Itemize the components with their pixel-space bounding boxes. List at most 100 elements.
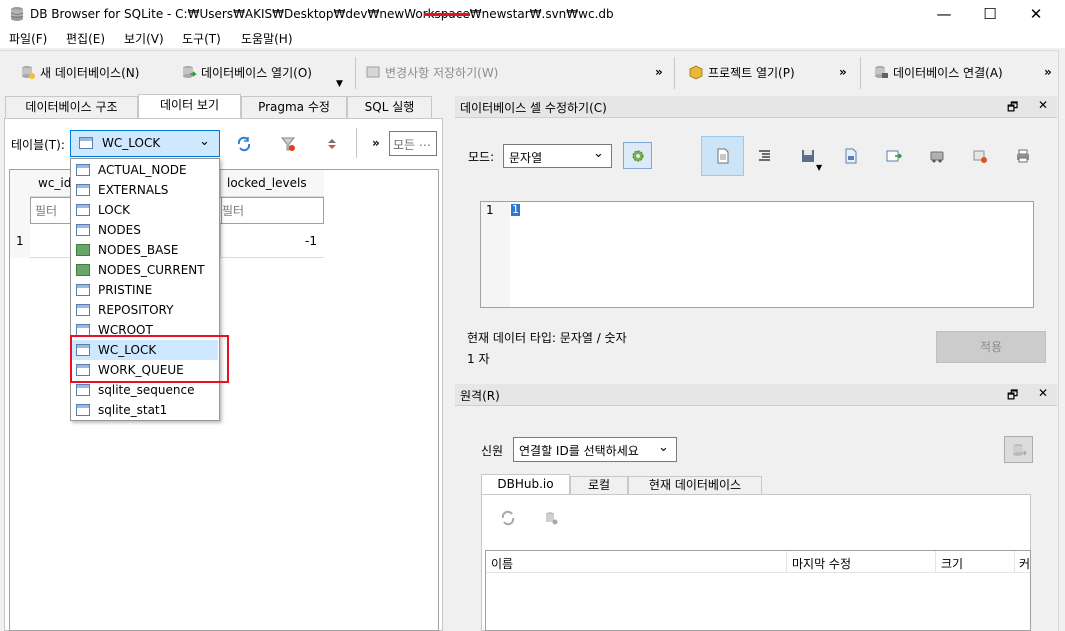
column-header-size[interactable]: 크기 bbox=[941, 555, 963, 572]
minimize-button[interactable]: — bbox=[921, 0, 967, 28]
toolbar-overflow-3[interactable]: » bbox=[1044, 61, 1052, 83]
tab-edit-pragmas[interactable]: Pragma 수정 bbox=[241, 96, 347, 118]
table-option[interactable]: EXTERNALS bbox=[72, 180, 218, 200]
table-option[interactable]: NODES_BASE bbox=[72, 240, 218, 260]
cell-locked-levels[interactable]: -1 bbox=[305, 234, 317, 248]
tab-browse-data[interactable]: 데이터 보기 bbox=[138, 94, 241, 118]
clear-filters-button[interactable] bbox=[277, 133, 299, 155]
open-database-dropdown-arrow[interactable]: ▼ bbox=[336, 79, 343, 89]
sort-button[interactable] bbox=[321, 133, 343, 155]
remote-clone-button[interactable] bbox=[540, 507, 562, 529]
column-divider bbox=[786, 551, 787, 573]
table-option[interactable]: NODES_CURRENT bbox=[72, 260, 218, 280]
filter-input-wc-id[interactable]: 필터 bbox=[35, 202, 57, 219]
toolbar-overflow-2[interactable]: » bbox=[839, 61, 847, 83]
open-database-button[interactable]: 데이터베이스 열기(O) bbox=[181, 61, 312, 83]
menu-tools[interactable]: 도구(T) bbox=[182, 30, 221, 47]
cell-editor[interactable]: 1 1 bbox=[480, 201, 1034, 308]
toolbar-separator bbox=[860, 57, 861, 89]
remote-title: 원격(R) bbox=[460, 389, 500, 403]
column-header-name[interactable]: 이름 bbox=[491, 555, 513, 572]
attach-database-button[interactable]: 데이터베이스 연결(A) bbox=[873, 61, 1003, 83]
apply-button[interactable]: 적용 bbox=[936, 331, 1046, 363]
copy-cell-button[interactable] bbox=[926, 145, 948, 167]
table-selector[interactable]: WC_LOCK ⌄ bbox=[70, 130, 220, 157]
toolbar-overflow-1[interactable]: » bbox=[655, 61, 663, 83]
toolbar-separator bbox=[355, 57, 356, 89]
window-edge bbox=[1058, 50, 1065, 631]
title-redaction-mark bbox=[424, 13, 470, 16]
remote-refresh-button[interactable] bbox=[497, 507, 519, 529]
column-divider bbox=[935, 551, 936, 573]
remote-dock-title: 원격(R) 🗗 ✕ bbox=[455, 384, 1057, 406]
write-changes-button[interactable]: 변경사항 저장하기(W) bbox=[365, 61, 498, 83]
filter-all-input[interactable]: 모든 ⋯ bbox=[389, 131, 437, 156]
table-label: 테이블(T): bbox=[11, 138, 65, 152]
float-icon[interactable]: 🗗 bbox=[1007, 98, 1018, 119]
chevron-down-icon: ⌄ bbox=[199, 134, 210, 149]
attach-database-label: 데이터베이스 연결(A) bbox=[893, 65, 1003, 80]
maximize-button[interactable]: ☐ bbox=[967, 0, 1013, 28]
identity-selector[interactable]: 연결할 ID를 선택하세요 ⌄ bbox=[513, 437, 677, 462]
browse-toolbar-overflow[interactable]: » bbox=[372, 136, 380, 150]
new-database-label: 새 데이터베이스(N) bbox=[40, 65, 140, 80]
table-option[interactable]: NODES bbox=[72, 220, 218, 240]
menu-edit[interactable]: 편집(E) bbox=[66, 30, 105, 47]
export-button[interactable] bbox=[840, 145, 862, 167]
data-size-info: 1 자 bbox=[467, 352, 490, 366]
column-header-wc-id[interactable]: wc_id bbox=[38, 176, 71, 190]
mode-value: 문자열 bbox=[509, 151, 543, 165]
auto-switch-mode-button[interactable] bbox=[623, 142, 652, 169]
tab-dbhub[interactable]: DBHub.io bbox=[481, 474, 570, 495]
mode-selector[interactable]: 문자열 ⌄ bbox=[503, 144, 612, 168]
table-icon bbox=[76, 184, 90, 196]
open-project-label: 프로젝트 열기(P) bbox=[708, 65, 795, 80]
refresh-button[interactable] bbox=[233, 133, 255, 155]
close-icon[interactable]: ✕ bbox=[1038, 98, 1048, 112]
menu-view[interactable]: 보기(V) bbox=[124, 30, 164, 47]
open-project-button[interactable]: 프로젝트 열기(P) bbox=[688, 61, 795, 83]
tab-local[interactable]: 로컬 bbox=[570, 476, 628, 495]
print-button[interactable] bbox=[1012, 145, 1034, 167]
toolbar-separator bbox=[674, 57, 675, 89]
row-number[interactable]: 1 bbox=[16, 234, 24, 248]
table-option-label: PRISTINE bbox=[98, 283, 153, 297]
table-option[interactable]: REPOSITORY bbox=[72, 300, 218, 320]
table-option[interactable]: LOCK bbox=[72, 200, 218, 220]
remote-upload-button[interactable] bbox=[1004, 436, 1033, 463]
indent-lines-icon bbox=[759, 150, 770, 161]
database-app-icon bbox=[10, 7, 24, 21]
editor-selected-text[interactable]: 1 bbox=[511, 204, 520, 216]
identity-value: 연결할 ID를 선택하세요 bbox=[519, 444, 639, 458]
auto-format-button[interactable] bbox=[754, 145, 776, 167]
import-dropdown-arrow[interactable]: ▼ bbox=[816, 163, 822, 172]
table-option[interactable]: PRISTINE bbox=[72, 280, 218, 300]
close-icon[interactable]: ✕ bbox=[1038, 386, 1048, 400]
table-icon bbox=[76, 304, 90, 316]
table-option[interactable]: sqlite_stat1 bbox=[72, 400, 218, 420]
tab-database-structure[interactable]: 데이터베이스 구조 bbox=[5, 96, 138, 118]
column-header-truncated[interactable]: 커 bbox=[1019, 555, 1030, 572]
clone-database-icon bbox=[546, 512, 558, 525]
menu-help[interactable]: 도움말(H) bbox=[241, 30, 293, 47]
table-option-label: EXTERNALS bbox=[98, 183, 169, 197]
table-option[interactable]: ACTUAL_NODE bbox=[72, 160, 218, 180]
table-option[interactable]: sqlite_sequence bbox=[72, 380, 218, 400]
tab-execute-sql[interactable]: SQL 실행 bbox=[347, 96, 432, 118]
word-wrap-toggle[interactable] bbox=[701, 136, 744, 176]
new-database-button[interactable]: 새 데이터베이스(N) bbox=[20, 61, 139, 83]
highlight-annotation-box bbox=[70, 335, 229, 383]
set-as-null-button[interactable] bbox=[883, 145, 905, 167]
column-header-locked-levels[interactable]: locked_levels bbox=[227, 176, 307, 190]
table-icon bbox=[76, 284, 90, 296]
tab-current-database[interactable]: 현재 데이터베이스 bbox=[628, 476, 762, 495]
close-window-button[interactable]: ✕ bbox=[1013, 0, 1059, 28]
column-header-last-modified[interactable]: 마지막 수정 bbox=[792, 555, 851, 572]
title-bar: DB Browser for SQLite - C:₩Users₩AKIS₩De… bbox=[0, 0, 1065, 28]
menu-file[interactable]: 파일(F) bbox=[9, 30, 47, 47]
filter-input-locked-levels[interactable]: 필터 bbox=[222, 202, 244, 219]
clear-cell-button[interactable] bbox=[969, 145, 991, 167]
line-number-gutter bbox=[481, 202, 510, 307]
float-icon[interactable]: 🗗 bbox=[1007, 386, 1018, 407]
chevron-down-icon: ⌄ bbox=[658, 440, 669, 455]
